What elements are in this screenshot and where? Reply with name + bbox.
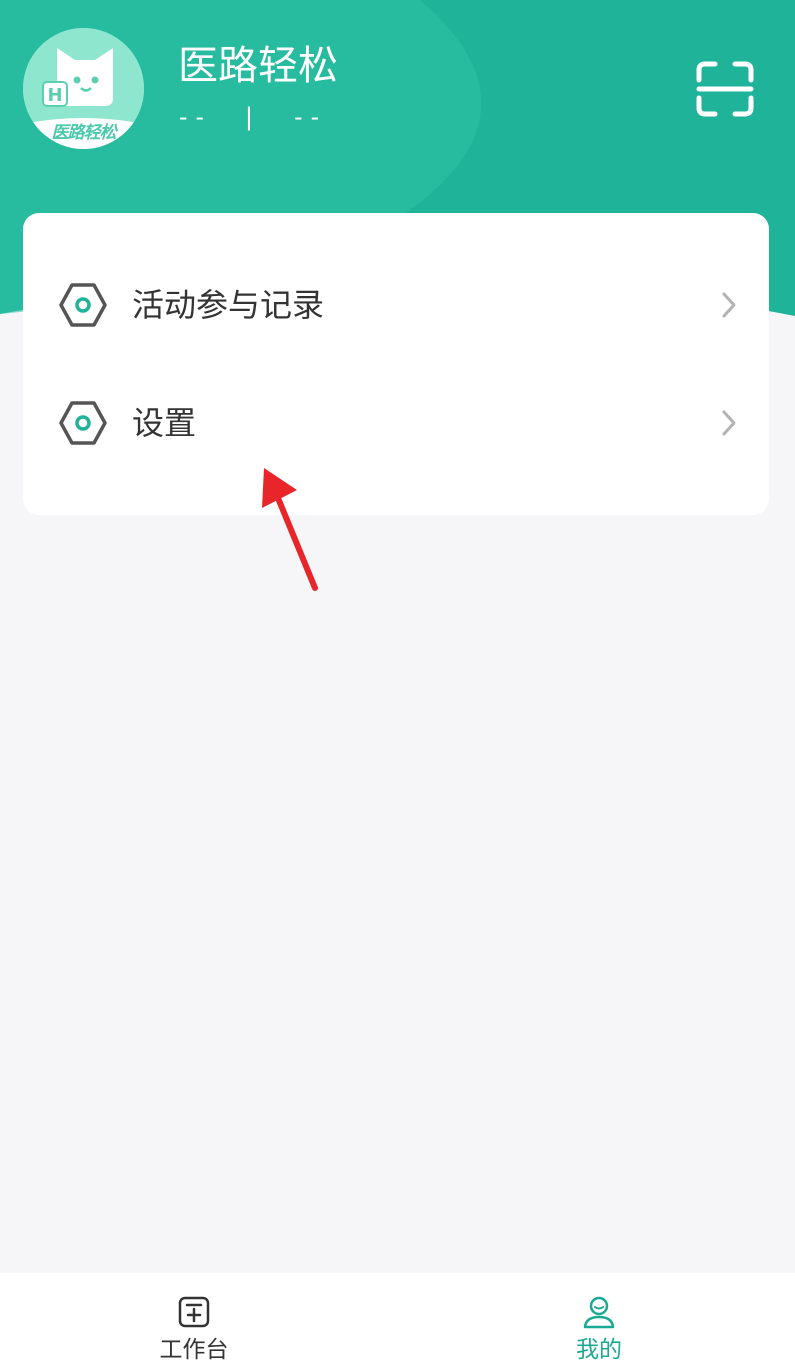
chevron-right-icon xyxy=(722,410,736,436)
scan-icon xyxy=(696,61,754,117)
tab-label: 工作台 xyxy=(159,1337,229,1363)
menu-item-activity-records[interactable]: 活动参与记录 xyxy=(23,246,769,364)
profile-icon xyxy=(583,1296,615,1329)
app-title: 医路轻松 xyxy=(178,43,338,89)
hexagon-icon xyxy=(59,401,107,445)
bottom-nav: 工作台 我的 xyxy=(0,1273,795,1365)
tab-profile[interactable]: 我的 xyxy=(499,1273,699,1365)
menu-card: 活动参与记录 设置 xyxy=(23,213,769,515)
hexagon-icon xyxy=(59,283,107,327)
menu-item-label: 设置 xyxy=(132,404,197,442)
app-subtitle: -- | -- xyxy=(176,103,325,131)
menu-item-label: 活动参与记录 xyxy=(132,286,325,324)
avatar-logo-text: 医路轻松 xyxy=(51,123,117,143)
scan-button[interactable] xyxy=(695,60,755,118)
menu-item-settings[interactable]: 设置 xyxy=(23,364,769,482)
tab-workbench[interactable]: 工作台 xyxy=(94,1273,294,1365)
chevron-right-icon xyxy=(722,292,736,318)
workbench-icon xyxy=(178,1296,210,1328)
tab-label: 我的 xyxy=(576,1337,622,1363)
annotation-arrow-icon xyxy=(262,468,318,591)
svg-text:H: H xyxy=(47,85,62,106)
avatar[interactable]: H 医路轻松 xyxy=(23,28,144,149)
